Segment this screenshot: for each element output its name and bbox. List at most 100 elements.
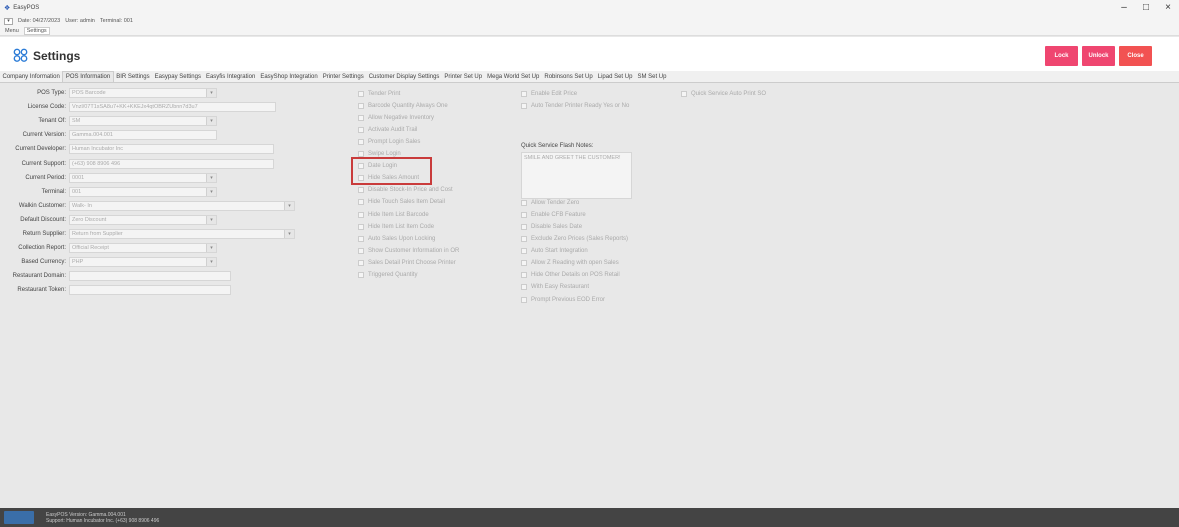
chevron-down-icon[interactable]: ▾ xyxy=(206,89,216,97)
checkbox-box[interactable] xyxy=(358,211,364,218)
checkbox-box[interactable] xyxy=(521,102,527,109)
option-checkbox[interactable]: Auto Tender Printer Ready Yes or No xyxy=(521,101,629,110)
checkbox-box[interactable] xyxy=(521,272,527,279)
option-checkbox[interactable]: Exclude Zero Prices (Sales Reports) xyxy=(521,235,628,244)
field-dropdown[interactable]: 0001 ▾ xyxy=(69,172,217,183)
field-dropdown[interactable]: SM ▾ xyxy=(69,116,217,127)
option-checkbox[interactable]: Enable Edit Price xyxy=(521,89,577,98)
checkbox-box[interactable] xyxy=(521,211,527,218)
tab-lipad-set-up[interactable]: Lipad Set Up xyxy=(595,72,635,82)
checkbox-box[interactable] xyxy=(521,199,527,206)
checkbox-box[interactable] xyxy=(358,272,364,278)
checkbox-box[interactable] xyxy=(358,247,364,254)
tab-easyfis-integration[interactable]: Easyfis Integration xyxy=(203,72,257,82)
chevron-down-icon[interactable]: ▾ xyxy=(206,187,216,196)
option-checkbox[interactable]: Triggered Quantity xyxy=(358,271,417,280)
checkbox-label: Enable CFB Feature xyxy=(531,211,586,218)
checkbox-box[interactable] xyxy=(358,138,364,145)
close-button[interactable]: Close xyxy=(1119,46,1152,66)
option-checkbox[interactable]: Enable CFB Feature xyxy=(521,210,586,219)
maximize-icon[interactable]: □ xyxy=(1135,0,1157,16)
tab-printer-set-up[interactable]: Printer Set Up xyxy=(442,72,485,82)
checkbox-box[interactable] xyxy=(521,260,527,267)
field-dropdown[interactable]: Return from Supplier ▾ xyxy=(69,229,295,239)
option-checkbox[interactable]: Disable Sales Date xyxy=(521,222,582,231)
option-checkbox[interactable]: Disable Stock-In Price and Cost xyxy=(358,186,453,195)
checkbox-box[interactable] xyxy=(358,90,364,97)
minimize-icon[interactable]: – xyxy=(1113,0,1135,16)
checkbox-box[interactable] xyxy=(358,235,364,242)
checkbox-box[interactable] xyxy=(358,259,364,266)
option-checkbox[interactable]: Auto Sales Upon Locking xyxy=(358,234,435,243)
option-checkbox[interactable]: Hide Item List Barcode xyxy=(358,210,429,219)
close-window-icon[interactable]: × xyxy=(1157,0,1179,16)
tab-easyshop-integration[interactable]: EasyShop Integration xyxy=(258,72,320,82)
menu-bar: Menu Settings xyxy=(0,26,1179,36)
checkbox-label: Allow Tender Zero xyxy=(531,199,580,206)
chevron-down-icon[interactable]: ▾ xyxy=(206,215,216,224)
option-checkbox[interactable]: Prompt Previous EOD Error xyxy=(521,295,605,304)
chevron-down-icon[interactable]: ▾ xyxy=(206,173,216,182)
unlock-button[interactable]: Unlock xyxy=(1082,46,1115,66)
menu-tab-menu[interactable]: Menu xyxy=(3,28,21,34)
quick-service-notes-textarea[interactable]: SMILE AND GREET THE CUSTOMER! xyxy=(521,152,632,199)
field-input[interactable] xyxy=(69,285,231,296)
checkbox-box[interactable] xyxy=(358,199,364,206)
option-checkbox[interactable]: Allow Negative Inventory xyxy=(358,113,434,122)
field-dropdown[interactable]: Official Receipt ▾ xyxy=(69,243,217,254)
field-input[interactable]: (+63) 908 8906 496 xyxy=(69,158,274,169)
option-checkbox[interactable]: Hide Item List Item Code xyxy=(358,222,434,231)
tab-robinsons-set-up[interactable]: Robinsons Set Up xyxy=(542,72,595,82)
chevron-down-icon[interactable]: ▾ xyxy=(206,117,216,126)
lock-button[interactable]: Lock xyxy=(1045,46,1078,66)
field-input[interactable]: Vnzl/07T1sSA8u7+KK+KKEJx4qtOBRZUbnn7d3u7 xyxy=(69,102,276,113)
option-checkbox[interactable]: Hide Touch Sales Item Detail xyxy=(358,198,445,207)
info-dropdown-button[interactable]: ▾ xyxy=(4,17,13,25)
option-checkbox[interactable]: Tender Print xyxy=(358,89,400,98)
option-checkbox[interactable]: Show Customer Information in OR xyxy=(358,246,459,255)
field-input[interactable]: Human Incubator Inc xyxy=(69,144,274,155)
option-checkbox[interactable]: Activate Audit Trail xyxy=(358,125,417,134)
tab-printer-settings[interactable]: Printer Settings xyxy=(320,72,366,82)
checkbox-box[interactable] xyxy=(521,284,527,291)
field-dropdown[interactable]: Zero Discount ▾ xyxy=(69,214,217,225)
field-dropdown[interactable]: 001 ▾ xyxy=(69,186,217,197)
field-input[interactable]: Gamma.004.001 xyxy=(69,130,217,141)
tab-mega-world-set-up[interactable]: Mega World Set Up xyxy=(485,72,542,82)
field-dropdown[interactable]: POS Barcode ▾ xyxy=(69,88,217,98)
checkbox-box[interactable] xyxy=(358,223,364,230)
menu-tab-settings[interactable]: Settings xyxy=(23,26,50,35)
option-checkbox[interactable]: Barcode Quantity Always One xyxy=(358,101,448,110)
checkbox-box[interactable] xyxy=(358,114,364,121)
field-dropdown[interactable]: PHP ▾ xyxy=(69,257,217,268)
tab-customer-display-settings[interactable]: Customer Display Settings xyxy=(366,72,442,82)
chevron-down-icon[interactable]: ▾ xyxy=(206,244,216,253)
checkbox-box[interactable] xyxy=(358,102,364,109)
tab-easypay-settings[interactable]: Easypay Settings xyxy=(152,72,203,82)
field-dropdown[interactable]: Walk- In ▾ xyxy=(69,200,295,211)
checkbox-box[interactable] xyxy=(521,90,527,97)
checkbox-box[interactable] xyxy=(521,248,527,255)
option-checkbox[interactable]: Hide Other Details on POS Retail xyxy=(521,271,620,280)
tab-company-information[interactable]: Company Information xyxy=(0,72,62,82)
field-input[interactable] xyxy=(69,271,231,282)
chevron-down-icon[interactable]: ▾ xyxy=(284,201,294,210)
option-checkbox[interactable]: Quick Service Auto Print SO xyxy=(681,89,766,98)
chevron-down-icon[interactable]: ▾ xyxy=(284,230,294,238)
option-checkbox[interactable]: With Easy Restaurant xyxy=(521,283,589,292)
checkbox-box[interactable] xyxy=(521,296,527,303)
tab-pos-information[interactable]: POS Information xyxy=(62,71,114,82)
option-checkbox[interactable]: Auto Start Integration xyxy=(521,247,588,256)
checkbox-box[interactable] xyxy=(681,90,687,97)
checkbox-box[interactable] xyxy=(358,187,364,194)
checkbox-box[interactable] xyxy=(358,126,364,133)
option-checkbox[interactable]: Allow Z Reading with open Sales xyxy=(521,259,619,268)
checkbox-box[interactable] xyxy=(521,223,527,230)
option-checkbox[interactable]: Sales Detail Print Choose Printer xyxy=(358,258,456,267)
option-checkbox[interactable]: Allow Tender Zero xyxy=(521,198,579,207)
tab-bir-settings[interactable]: BIR Settings xyxy=(114,72,152,82)
option-checkbox[interactable]: Prompt Login Sales xyxy=(358,137,420,146)
checkbox-box[interactable] xyxy=(521,236,527,242)
tab-sm-set-up[interactable]: SM Set Up xyxy=(635,72,669,82)
chevron-down-icon[interactable]: ▾ xyxy=(206,258,216,267)
